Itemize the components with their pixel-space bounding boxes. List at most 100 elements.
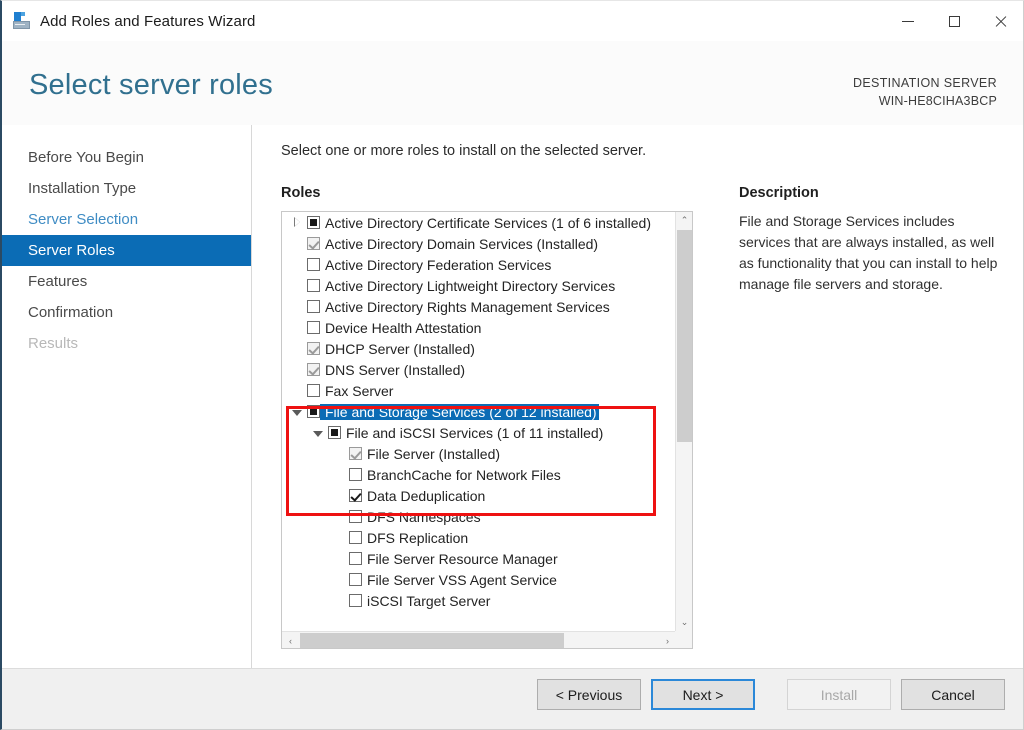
role-label: Fax Server (320, 383, 393, 399)
role-checkbox-checked-gray[interactable] (349, 447, 362, 460)
role-checkbox-empty[interactable] (349, 468, 362, 481)
sidebar-item-server-roles[interactable]: Server Roles (2, 235, 251, 266)
role-checkbox-empty[interactable] (307, 384, 320, 397)
role-row[interactable]: iSCSI Target Server (282, 590, 676, 611)
role-checkbox-empty[interactable] (349, 573, 362, 586)
sidebar-item-label: Installation Type (28, 180, 136, 197)
sidebar-item-label: Results (28, 335, 78, 352)
role-label: BranchCache for Network Files (362, 467, 561, 483)
role-row[interactable]: Active Directory Rights Management Servi… (282, 296, 676, 317)
roles-heading: Roles (281, 185, 321, 201)
triangle-down-icon (313, 431, 323, 437)
vertical-scroll-thumb[interactable] (677, 230, 693, 442)
cancel-button[interactable]: Cancel (901, 679, 1005, 710)
sidebar-item-server-selection[interactable]: Server Selection (2, 204, 251, 235)
destination-server-label: DESTINATION SERVER (853, 74, 997, 92)
role-label: File Server VSS Agent Service (362, 572, 557, 588)
window-controls (885, 1, 1023, 41)
wizard-sidebar: Before You Begin Installation Type Server … (2, 125, 252, 670)
role-checkbox-empty[interactable] (307, 321, 320, 334)
role-label: Active Directory Federation Services (320, 257, 551, 273)
role-checkbox-empty[interactable] (349, 552, 362, 565)
horizontal-scroll-thumb[interactable] (300, 633, 564, 648)
next-button[interactable]: Next > (651, 679, 755, 710)
role-row[interactable]: Data Deduplication (282, 485, 676, 506)
page-title: Select server roles (29, 69, 273, 102)
roles-list-panel: Active Directory Certificate Services (1… (281, 211, 693, 649)
role-label: DFS Replication (362, 530, 468, 546)
role-checkbox-empty[interactable] (307, 258, 320, 271)
sidebar-item-label: Confirmation (28, 304, 113, 321)
sidebar-item-label: Server Roles (28, 242, 115, 259)
role-checkbox-empty[interactable] (349, 510, 362, 523)
scroll-left-icon[interactable]: ‹ (282, 632, 299, 649)
minimize-button[interactable] (885, 1, 931, 41)
expand-expanded-icon[interactable] (310, 430, 326, 436)
role-row[interactable]: Active Directory Lightweight Directory S… (282, 275, 676, 296)
role-label: Active Directory Domain Services (Instal… (320, 236, 598, 252)
role-checkbox-empty[interactable] (349, 531, 362, 544)
role-row[interactable]: Fax Server (282, 380, 676, 401)
sidebar-item-confirmation[interactable]: Confirmation (2, 297, 251, 328)
role-row[interactable]: File Server (Installed) (282, 443, 676, 464)
sidebar-item-features[interactable]: Features (2, 266, 251, 297)
role-row[interactable]: DNS Server (Installed) (282, 359, 676, 380)
role-label: Active Directory Rights Management Servi… (320, 299, 610, 315)
role-row[interactable]: Device Health Attestation (282, 317, 676, 338)
sidebar-item-before-you-begin[interactable]: Before You Begin (2, 142, 251, 173)
page-header: Select server roles DESTINATION SERVER W… (2, 41, 1023, 125)
role-row[interactable]: BranchCache for Network Files (282, 464, 676, 485)
role-checkbox-partial[interactable] (307, 216, 320, 229)
sidebar-item-results: Results (2, 328, 251, 359)
close-button[interactable] (977, 1, 1023, 41)
role-row[interactable]: Active Directory Federation Services (282, 254, 676, 275)
destination-server-info: DESTINATION SERVER WIN-HE8CIHA3BCP (853, 74, 997, 110)
roles-horizontal-scrollbar[interactable]: ‹ › (282, 631, 676, 648)
role-checkbox-empty[interactable] (307, 300, 320, 313)
close-icon (994, 15, 1007, 28)
roles-vertical-scrollbar[interactable]: ⌃ ⌄ (675, 212, 692, 631)
wizard-footer: < Previous Next > Install Cancel (2, 668, 1023, 729)
role-row[interactable]: File Server Resource Manager (282, 548, 676, 569)
role-checkbox-empty[interactable] (349, 594, 362, 607)
description-heading: Description (739, 185, 819, 201)
role-checkbox-checked-gray[interactable] (307, 237, 320, 250)
server-roles-icon (12, 11, 32, 31)
scroll-down-icon[interactable]: ⌄ (676, 614, 693, 631)
role-row[interactable]: File and iSCSI Services (1 of 11 install… (282, 422, 676, 443)
role-label: Device Health Attestation (320, 320, 481, 336)
window-title: Add Roles and Features Wizard (40, 13, 256, 30)
role-row[interactable]: Active Directory Certificate Services (1… (282, 212, 676, 233)
role-label: File and Storage Services (2 of 12 insta… (320, 404, 599, 420)
role-checkbox-checked[interactable] (349, 489, 362, 502)
description-text: File and Storage Services includes servi… (739, 211, 1001, 295)
role-label: File Server (Installed) (362, 446, 500, 462)
role-checkbox-partial[interactable] (328, 426, 341, 439)
roles-scroll-area[interactable]: Active Directory Certificate Services (1… (282, 212, 676, 631)
role-label: DFS Namespaces (362, 509, 481, 525)
sidebar-item-label: Before You Begin (28, 149, 144, 166)
sidebar-item-label: Server Selection (28, 211, 138, 228)
maximize-icon (949, 16, 960, 27)
role-label: iSCSI Target Server (362, 593, 490, 609)
triangle-right-icon (295, 219, 300, 227)
scroll-up-icon[interactable]: ⌃ (676, 212, 693, 229)
role-row[interactable]: DHCP Server (Installed) (282, 338, 676, 359)
role-row[interactable]: File Server VSS Agent Service (282, 569, 676, 590)
role-label: DNS Server (Installed) (320, 362, 465, 378)
role-checkbox-partial[interactable] (307, 405, 320, 418)
role-checkbox-checked-gray[interactable] (307, 363, 320, 376)
scrollbar-corner (675, 631, 692, 648)
role-checkbox-empty[interactable] (307, 279, 320, 292)
role-row[interactable]: DFS Replication (282, 527, 676, 548)
scroll-right-icon[interactable]: › (659, 632, 676, 649)
expand-collapsed-icon[interactable] (289, 219, 305, 227)
sidebar-item-installation-type[interactable]: Installation Type (2, 173, 251, 204)
maximize-button[interactable] (931, 1, 977, 41)
role-row[interactable]: File and Storage Services (2 of 12 insta… (282, 401, 676, 422)
role-row[interactable]: DFS Namespaces (282, 506, 676, 527)
role-checkbox-checked-gray[interactable] (307, 342, 320, 355)
previous-button[interactable]: < Previous (537, 679, 641, 710)
expand-expanded-icon[interactable] (289, 409, 305, 415)
role-row[interactable]: Active Directory Domain Services (Instal… (282, 233, 676, 254)
